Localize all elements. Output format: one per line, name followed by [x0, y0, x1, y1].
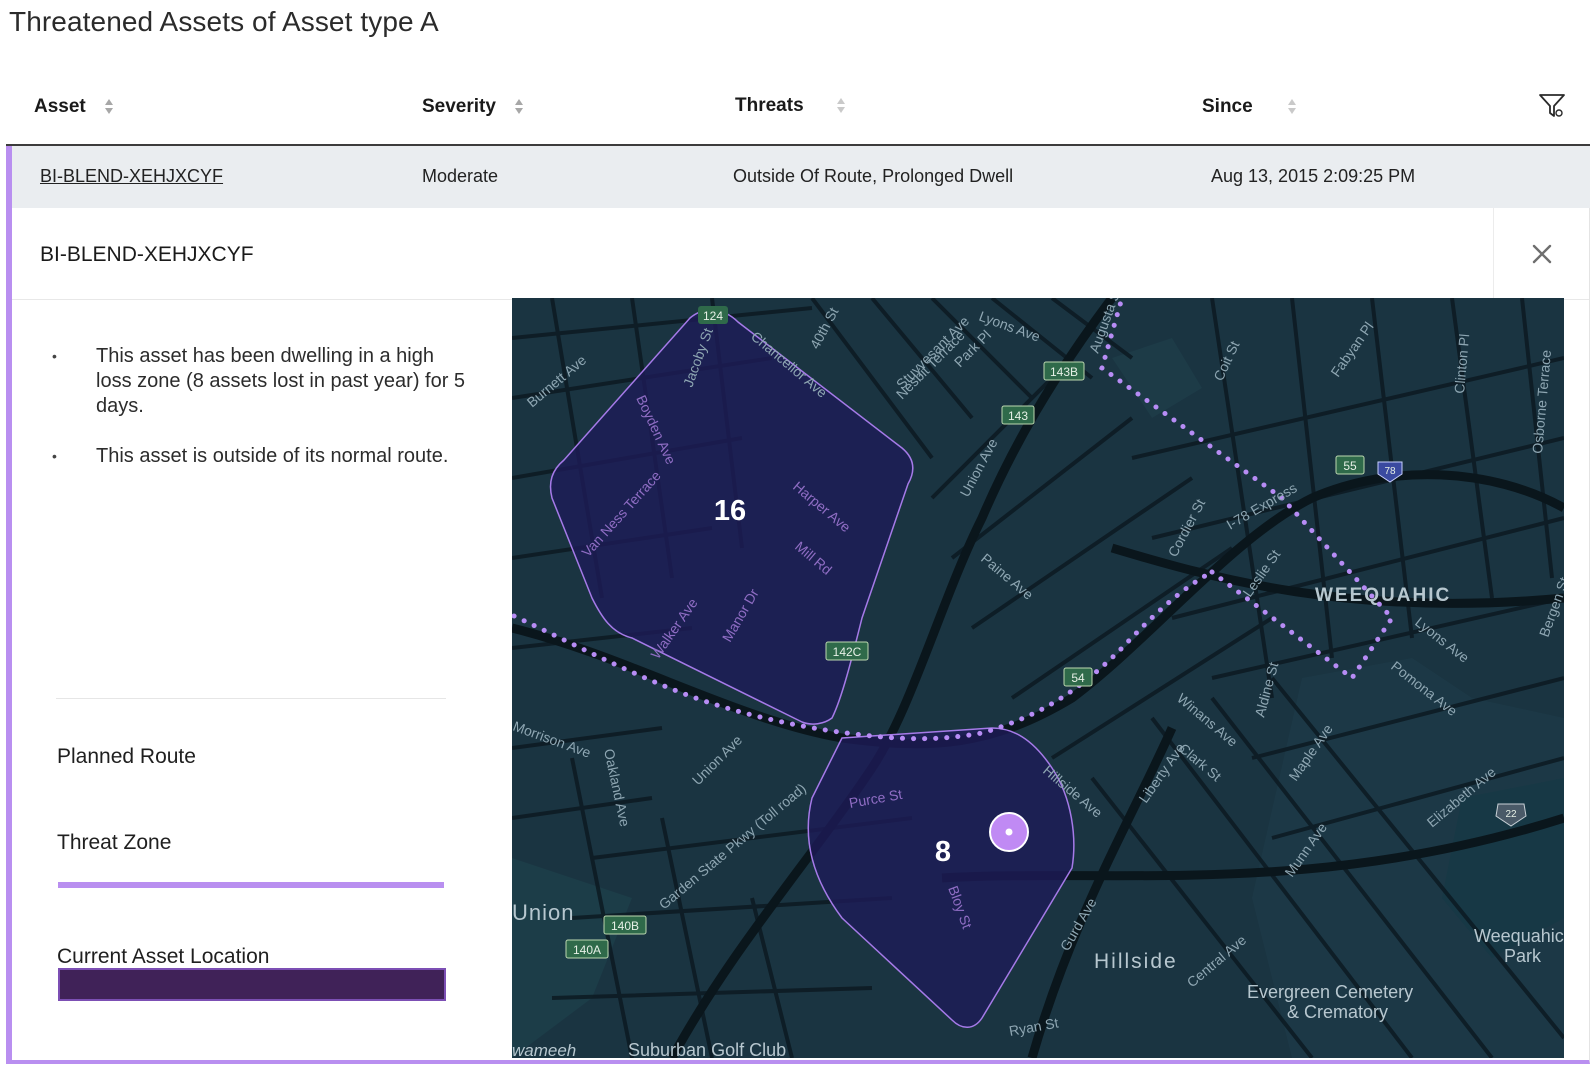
map-canvas[interactable]: 16 8 WEEQUAHIC Hillside Union Evergreen …	[512, 298, 1564, 1058]
sort-arrows-icon[interactable]	[1287, 98, 1297, 116]
zone-count: 8	[935, 836, 951, 868]
exit-badge: 22	[1505, 809, 1517, 820]
bullet-item: This asset has been dwelling in a high l…	[52, 344, 472, 419]
filter-icon[interactable]	[1538, 92, 1566, 120]
exit-badge: 78	[1384, 466, 1396, 477]
column-header-since[interactable]: Since	[1202, 96, 1297, 118]
legend-route-swatch	[58, 882, 444, 888]
detail-header: BI-BLEND-XEHJXCYF	[12, 208, 1589, 300]
detail-info: This asset has been dwelling in a high l…	[12, 300, 512, 1060]
place-label: & Crematory	[1287, 1002, 1388, 1022]
table-row[interactable]: BI-BLEND-XEHJXCYF Moderate Outside Of Ro…	[6, 146, 1590, 208]
legend-zone-swatch	[58, 968, 446, 1001]
threats-cell: Outside Of Route, Prolonged Dwell	[733, 166, 1013, 187]
place-label: Park	[1504, 946, 1542, 966]
place-label: Weequahic	[1474, 926, 1564, 946]
legend-zone-label: Threat Zone	[57, 831, 171, 855]
column-header-label: Severity	[422, 96, 496, 118]
threat-bullets: This asset has been dwelling in a high l…	[52, 344, 472, 494]
severity-cell: Moderate	[422, 166, 498, 187]
column-header-threats[interactable]: Threats	[735, 95, 846, 117]
asset-detail-panel: BI-BLEND-XEHJXCYF This asset has been dw…	[6, 208, 1590, 1064]
page-title: Threatened Assets of Asset type A	[9, 6, 439, 38]
exit-badge: 142C	[833, 645, 862, 659]
place-label: wameeh	[512, 1041, 576, 1058]
map[interactable]: 16 8 WEEQUAHIC Hillside Union Evergreen …	[512, 298, 1564, 1058]
exit-badge: 140A	[573, 943, 601, 957]
column-header-label: Threats	[735, 95, 804, 117]
table-header: Asset Severity Threats Since	[6, 70, 1590, 146]
since-cell: Aug 13, 2015 2:09:25 PM	[1211, 166, 1415, 187]
column-header-asset[interactable]: Asset	[34, 96, 114, 118]
asset-link[interactable]: BI-BLEND-XEHJXCYF	[40, 166, 223, 187]
exit-badge: 140B	[611, 919, 639, 933]
detail-title: BI-BLEND-XEHJXCYF	[40, 243, 254, 267]
column-header-severity[interactable]: Severity	[422, 96, 524, 118]
neighborhood-label: WEEQUAHIC	[1315, 585, 1451, 606]
column-header-label: Since	[1202, 96, 1253, 118]
place-label: Evergreen Cemetery	[1247, 982, 1413, 1002]
divider	[56, 698, 446, 699]
exit-badge: 54	[1071, 671, 1085, 685]
neighborhood-label: Hillside	[1094, 950, 1178, 973]
legend-location-label: Current Asset Location	[57, 945, 269, 969]
legend-route-label: Planned Route	[57, 745, 196, 769]
exit-badge: 143B	[1050, 365, 1078, 379]
close-button[interactable]	[1493, 208, 1589, 300]
place-label: Suburban Golf Club	[628, 1040, 786, 1058]
close-icon[interactable]	[1531, 243, 1553, 265]
bullet-item: This asset is outside of its normal rout…	[52, 444, 472, 469]
exit-badge: 124	[703, 309, 723, 323]
column-header-label: Asset	[34, 96, 86, 118]
sort-arrows-icon[interactable]	[514, 98, 524, 116]
neighborhood-label: Union	[512, 900, 574, 925]
sort-arrows-icon[interactable]	[836, 97, 846, 115]
exit-badge: 143	[1008, 409, 1028, 423]
zone-count: 16	[714, 495, 746, 527]
sort-arrows-icon[interactable]	[104, 98, 114, 116]
exit-badge: 55	[1343, 459, 1357, 473]
